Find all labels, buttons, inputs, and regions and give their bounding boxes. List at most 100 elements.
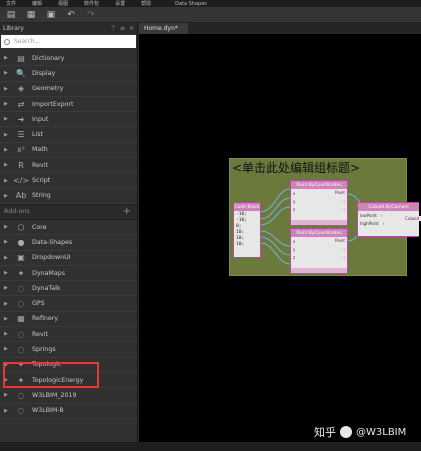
tab-home[interactable]: Home.dyn*: [139, 23, 188, 34]
menu-edit[interactable]: 编辑: [32, 0, 42, 7]
library-item-label: W3LBIM_2019: [32, 391, 77, 399]
library-item-math[interactable]: ▶ x² Math: [0, 143, 137, 159]
menu-help[interactable]: 帮助: [141, 0, 151, 7]
menu-data-shapes[interactable]: Data Shapes: [175, 1, 207, 7]
library-item-w3lbim-2019[interactable]: ▶ ◌ W3LBIM_2019: [0, 388, 137, 404]
input-port-x[interactable]: x: [293, 239, 295, 244]
input-port-low-point[interactable]: lowPoint: [360, 213, 377, 218]
undo-icon[interactable]: ↶: [66, 10, 76, 20]
point-by-coordinates-node[interactable]: Point.ByCoordinates x› y› z› Point: [290, 180, 348, 226]
input-port-y[interactable]: y: [293, 199, 295, 204]
chevron-right-icon[interactable]: ▶: [4, 346, 10, 352]
output-port-point[interactable]: Point: [333, 190, 347, 195]
input-port-z[interactable]: z: [293, 207, 295, 212]
chevron-right-icon[interactable]: ▶: [4, 224, 10, 230]
menu-packages[interactable]: 软件包: [84, 0, 99, 7]
library-item-geometry[interactable]: ▶ ◈ Geometry: [0, 82, 137, 97]
library-item-dynamaps[interactable]: ▶ ✦ DynaMaps: [0, 266, 137, 282]
highlight-box: [3, 362, 99, 388]
library-item-springs[interactable]: ▶ ◌ Springs: [0, 342, 137, 358]
library-close-icon[interactable]: ×: [129, 25, 134, 32]
library-item-dropdownui[interactable]: ▶ ▣ DropdownUI: [0, 251, 137, 266]
core-icon: ⬡: [17, 222, 25, 232]
library-item-core[interactable]: ▶ ⬡ Core: [0, 220, 137, 236]
library-item-script[interactable]: ▶ </> Script: [0, 173, 137, 189]
library-item-gps[interactable]: ▶ ◌ GPS: [0, 296, 137, 312]
library-menu-icon[interactable]: ≡: [120, 25, 125, 32]
library-item-input[interactable]: ▶ ➜ Input: [0, 112, 137, 128]
input-port-z[interactable]: z: [293, 255, 295, 260]
chevron-right-icon[interactable]: ▶: [4, 255, 10, 261]
chevron-right-icon[interactable]: ▶: [4, 132, 10, 138]
input-port-high-point[interactable]: highPoint: [360, 221, 379, 226]
library-item-importexport[interactable]: ▶ ⇄ ImportExport: [0, 97, 137, 113]
chevron-right-icon[interactable]: ▶: [4, 101, 10, 107]
chevron-right-icon[interactable]: ▶: [4, 239, 10, 245]
display-icon: 🔍: [16, 68, 26, 78]
gps-icon: ◌: [17, 299, 25, 309]
chevron-right-icon[interactable]: ▶: [4, 301, 10, 307]
input-port-y[interactable]: y: [293, 247, 295, 252]
port-arrow-icon: ›: [343, 254, 345, 260]
node-title: Cuboid.ByCorners: [358, 203, 419, 211]
library-item-label: Data-Shapes: [32, 238, 73, 246]
library-item-data-shapes[interactable]: ▶ ● Data-Shapes: [0, 235, 137, 251]
chevron-right-icon[interactable]: ▶: [4, 408, 10, 414]
chevron-right-icon[interactable]: ▶: [4, 193, 10, 199]
chevron-right-icon[interactable]: ▶: [4, 285, 10, 291]
library-item-label: DynaMaps: [32, 269, 65, 277]
chevron-right-icon[interactable]: ▶: [4, 55, 10, 61]
add-icon[interactable]: +: [123, 206, 131, 217]
chevron-right-icon[interactable]: ▶: [4, 162, 10, 168]
code-lines[interactable]: -10; -10; 0; 10; 10; 10;: [234, 211, 260, 249]
chevron-right-icon[interactable]: ▶: [4, 116, 10, 122]
w3lbim-b-icon: ◌: [17, 406, 25, 416]
library-item-list[interactable]: ▶ ☰ List: [0, 127, 137, 143]
port-arrow-icon: ›: [380, 212, 383, 218]
search-input[interactable]: [14, 38, 124, 45]
chevron-right-icon[interactable]: ▶: [4, 147, 10, 153]
cuboid-by-corners-node[interactable]: Cuboid.ByCorners lowPoint › highPoint › Cu…: [357, 202, 421, 237]
library-search: [1, 35, 136, 48]
code-block-node[interactable]: Code Block -10; -10; 0; 10; 10; 10;: [233, 202, 261, 258]
output-port-point[interactable]: Point: [333, 238, 347, 243]
input-port-x[interactable]: x: [293, 191, 295, 196]
menu-view[interactable]: 视图: [58, 0, 68, 7]
open-file-icon[interactable]: ▦: [26, 10, 36, 20]
dynatalk-icon: ◌: [17, 283, 25, 293]
chevron-right-icon[interactable]: ▶: [4, 86, 10, 92]
output-port-cuboid[interactable]: Cuboid: [403, 216, 421, 221]
library-item-display[interactable]: ▶ 🔍 Display: [0, 66, 137, 82]
chevron-right-icon[interactable]: ▶: [4, 316, 10, 322]
library-item-refinery[interactable]: ▶ ▦ Refinery: [0, 312, 137, 328]
library-item-revit[interactable]: ▶ ◌ Revit: [0, 327, 137, 343]
status-bar: [0, 442, 421, 451]
library-categories: ▶ ▤ Dictionary ▶ 🔍 Display ▶ ◈ Geometry ▶ ⇄ ImportE…: [0, 51, 137, 204]
dropdown-icon: ▣: [17, 253, 25, 263]
library-item-w3lbim-b[interactable]: ▶ ◌ W3LBIM-B: [0, 404, 137, 419]
chevron-right-icon[interactable]: ▶: [4, 178, 10, 184]
graph-canvas[interactable]: <单击此处编辑组标题> Code Block -10; -10; 0; 10; …: [139, 34, 421, 442]
library-item-dictionary[interactable]: ▶ ▤ Dictionary: [0, 51, 137, 67]
menu-settings[interactable]: 设置: [115, 0, 125, 7]
library-item-revit[interactable]: ▶ R Revit: [0, 158, 137, 174]
redo-icon[interactable]: ↷: [86, 10, 96, 20]
chevron-right-icon[interactable]: ▶: [4, 70, 10, 76]
chevron-right-icon[interactable]: ▶: [4, 392, 10, 398]
new-file-icon[interactable]: ▤: [6, 10, 16, 20]
library-filter-icon[interactable]: ⊤: [111, 25, 116, 32]
library-item-label: W3LBIM-B: [32, 407, 64, 415]
library-item-dynatalk[interactable]: ▶ ◌ DynaTalk: [0, 281, 137, 297]
springs-icon: ◌: [17, 344, 25, 354]
watermark: 知乎 @W3LBIM: [314, 424, 406, 440]
point-by-coordinates-node[interactable]: Point.ByCoordinates x› y› z› Point: [290, 228, 348, 274]
library-item-string[interactable]: ▶ Ab String: [0, 189, 137, 204]
save-icon[interactable]: ▣: [46, 10, 56, 20]
addon-categories: ▶ ⬡ Core ▶ ● Data-Shapes ▶ ▣ DropdownUI ▶ ✦ DynaMap…: [0, 220, 137, 419]
chevron-right-icon[interactable]: ▶: [4, 331, 10, 337]
chevron-right-icon[interactable]: ▶: [4, 270, 10, 276]
menu-file[interactable]: 文件: [6, 0, 16, 7]
string-icon: Ab: [15, 191, 27, 201]
library-item-label: String: [32, 192, 51, 200]
library-item-label: Core: [32, 223, 47, 231]
